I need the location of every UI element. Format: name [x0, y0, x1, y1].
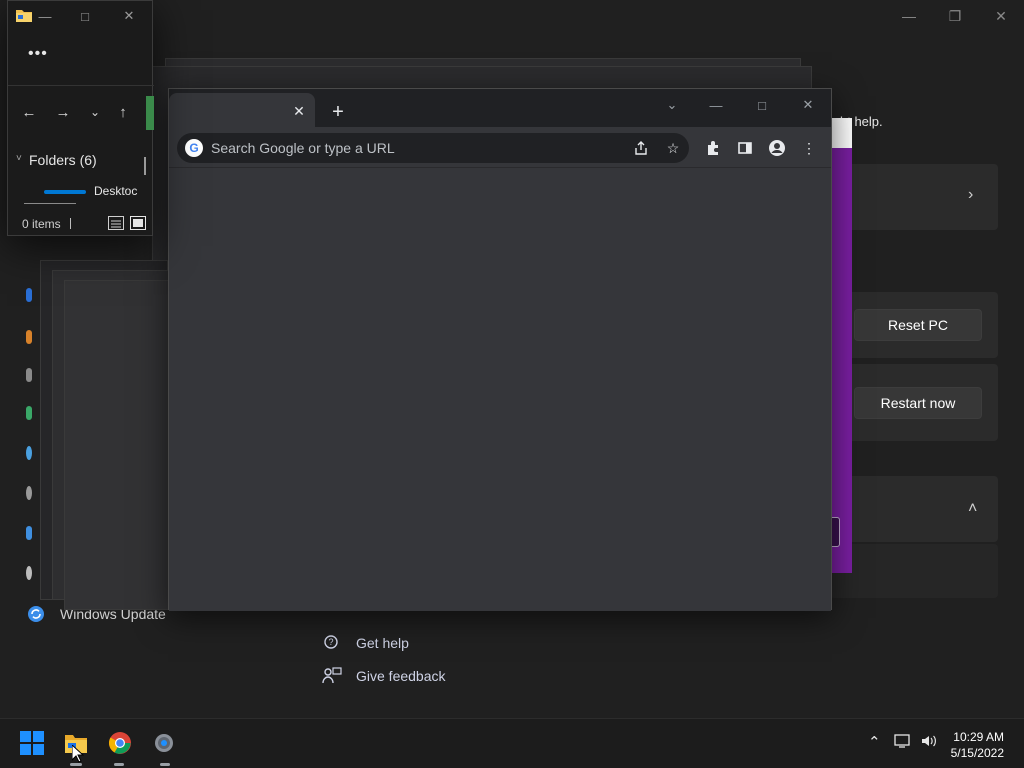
address-bar-edge[interactable] — [146, 96, 154, 130]
chrome-minimize-icon[interactable]: — — [693, 93, 739, 117]
restart-now-button[interactable]: Restart now — [854, 387, 982, 419]
back-arrow-icon[interactable]: ← — [18, 101, 40, 123]
network-icon[interactable] — [894, 733, 912, 753]
folder-icon — [16, 8, 32, 22]
feedback-icon — [322, 667, 342, 684]
forward-arrow-icon[interactable]: → — [52, 101, 74, 123]
recent-locations-icon[interactable]: ⌄ — [84, 101, 106, 123]
reset-pc-button[interactable]: Reset PC — [854, 309, 982, 341]
gaming-icon — [26, 486, 32, 500]
apps-icon — [26, 368, 32, 382]
chrome-menu-icon[interactable]: ⋮ — [799, 138, 819, 158]
purple-app-header — [830, 118, 852, 148]
extensions-icon[interactable] — [703, 138, 723, 158]
windows-update-icon — [27, 605, 45, 623]
give-feedback-label: Give feedback — [356, 668, 446, 684]
chrome-window: ✕ + ⌄ — □ ✕ G Search Google or type a UR… — [168, 88, 832, 611]
more-options-icon[interactable]: ••• — [28, 45, 48, 63]
chevron-up-icon: ˄ — [968, 500, 978, 517]
settings-taskbar-icon[interactable] — [150, 729, 178, 757]
related-support-body — [830, 544, 998, 598]
explorer-maximize-icon[interactable]: □ — [72, 3, 98, 29]
running-indicator — [114, 763, 124, 766]
give-feedback-link[interactable]: Give feedback — [322, 666, 446, 686]
folder-item-desktop[interactable]: Desktoc — [94, 184, 137, 198]
chrome-close-icon[interactable]: ✕ — [785, 93, 831, 117]
chrome-maximize-icon[interactable]: □ — [739, 93, 785, 117]
chevron-right-icon: › — [968, 186, 974, 203]
chrome-taskbar-icon[interactable] — [106, 729, 134, 757]
windows-start-icon[interactable] — [18, 729, 46, 757]
time-language-icon — [26, 446, 32, 460]
status-items-count: 0 items — [22, 217, 61, 231]
large-icons-view-icon[interactable] — [130, 216, 146, 230]
system-icon — [26, 288, 32, 302]
desktop-icon — [44, 190, 86, 194]
omnibox-placeholder: Search Google or type a URL — [211, 140, 395, 156]
file-explorer-window: — □ ✕ ••• ← → ⌄ ↑ ˅ Folders (6) Desktoc … — [7, 0, 154, 236]
taskbar: ⌃ 10:29 AM 5/15/2022 — [0, 718, 1024, 768]
restore-icon[interactable]: ❐ — [932, 4, 978, 28]
minimize-icon[interactable]: — — [886, 4, 932, 28]
ghost-window — [64, 280, 174, 610]
chrome-tab-new-tab[interactable]: ✕ — [169, 93, 315, 127]
new-tab-button[interactable]: + — [325, 99, 351, 125]
folders-group-header[interactable]: Folders (6) — [29, 152, 97, 168]
explorer-minimize-icon[interactable]: — — [32, 3, 58, 29]
clock-date: 5/15/2022 — [950, 746, 1004, 760]
personalization-icon — [26, 330, 32, 344]
mouse-cursor-icon — [71, 743, 85, 763]
clock-time: 10:29 AM — [953, 730, 1004, 744]
tab-search-icon[interactable]: ⌄ — [649, 93, 695, 117]
bookmark-star-icon[interactable]: ☆ — [663, 138, 683, 158]
volume-icon[interactable] — [920, 733, 938, 753]
accounts-icon — [26, 406, 32, 420]
running-indicator — [160, 763, 170, 766]
up-arrow-icon[interactable]: ↑ — [112, 101, 134, 123]
scrollbar[interactable] — [144, 157, 146, 175]
svg-text:?: ? — [329, 637, 334, 647]
system-clock[interactable]: 10:29 AM 5/15/2022 — [951, 729, 1004, 761]
explorer-close-icon[interactable]: ✕ — [116, 3, 142, 29]
help-icon: ? — [324, 635, 338, 649]
active-indicator — [70, 763, 82, 766]
status-divider — [70, 218, 71, 229]
chrome-tab-strip: ✕ + ⌄ — □ ✕ — [169, 89, 831, 127]
get-help-label: Get help — [356, 635, 409, 651]
chevron-down-icon[interactable]: ˅ — [16, 153, 22, 164]
details-view-icon[interactable] — [108, 216, 124, 230]
privacy-icon — [26, 566, 32, 580]
profile-icon[interactable] — [767, 138, 787, 158]
purple-app-window — [830, 118, 852, 573]
close-icon[interactable]: ✕ — [978, 4, 1024, 28]
get-help-link[interactable]: ? Get help — [322, 633, 409, 653]
divider — [8, 85, 154, 86]
show-hidden-icons-icon[interactable]: ⌃ — [868, 733, 881, 751]
side-panel-icon[interactable] — [735, 138, 755, 158]
share-icon[interactable] — [631, 138, 651, 158]
google-logo-icon: G — [185, 139, 203, 157]
omnibox[interactable]: G Search Google or type a URL — [177, 133, 689, 163]
chrome-page-content[interactable] — [169, 167, 831, 611]
accessibility-icon — [26, 526, 32, 540]
selection-underline — [24, 203, 76, 204]
tab-close-icon[interactable]: ✕ — [289, 101, 309, 121]
